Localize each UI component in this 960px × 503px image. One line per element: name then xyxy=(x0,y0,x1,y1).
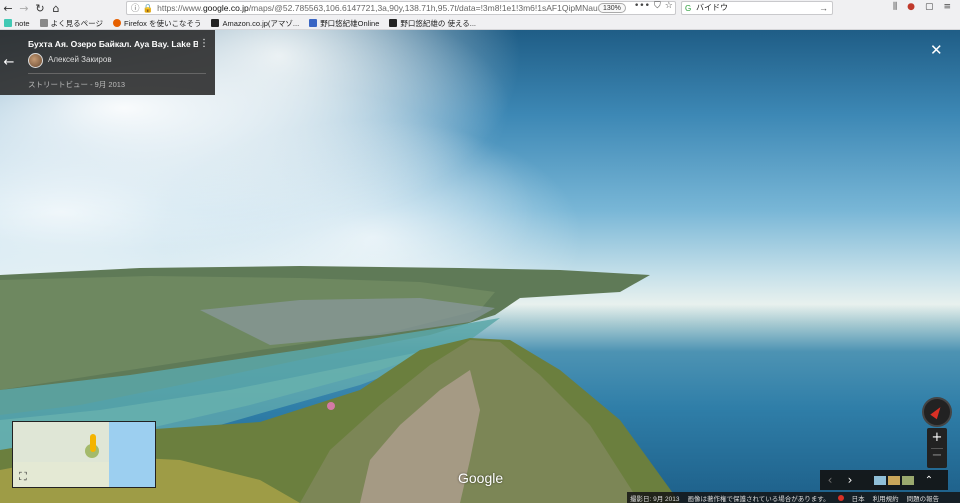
browser-chrome: ← → ↻ ⌂ ⓘ 🔒 https://www. google.co.jp/map… xyxy=(0,0,960,30)
star-icon[interactable]: ☆ xyxy=(665,1,673,11)
home-icon[interactable]: ⌂ xyxy=(48,0,64,16)
avatar[interactable] xyxy=(28,53,43,68)
back-icon[interactable]: ← xyxy=(0,0,16,16)
browser-right-icons: ⫼ ● ▢ ≡ xyxy=(893,2,951,12)
expand-up-icon[interactable]: ⌃ xyxy=(920,475,938,486)
minimap-water xyxy=(109,422,155,487)
google-logo: Google xyxy=(458,470,504,486)
url-bar[interactable]: ⓘ 🔒 https://www. google.co.jp/maps/@52.78… xyxy=(126,1,676,15)
thumbnail[interactable] xyxy=(902,475,914,485)
firefox-icon xyxy=(112,19,121,27)
photo-filmstrip: ‹ › ⌃ xyxy=(820,470,948,490)
filmstrip-prev-button[interactable]: ‹ xyxy=(820,473,840,487)
zoom-control: + − xyxy=(927,428,947,468)
extension-icon[interactable]: ● xyxy=(907,2,915,12)
pegman-icon[interactable] xyxy=(90,434,96,452)
author-name[interactable]: Алексей Закиров xyxy=(48,55,112,64)
filmstrip-next-button[interactable]: › xyxy=(840,473,860,487)
back-arrow-icon[interactable]: ← xyxy=(0,52,18,72)
zoom-in-button[interactable]: + xyxy=(927,430,947,445)
minimap-land xyxy=(13,462,109,487)
bookmark-amazon[interactable]: Amazon.co.jp(アマゾ... xyxy=(211,18,299,29)
lock-icon: 🔒 xyxy=(142,2,154,13)
capture-date: 撮影日: 9月 2013 xyxy=(630,495,680,503)
card-divider xyxy=(28,73,206,74)
search-text: バイドウ xyxy=(696,3,728,12)
compass-icon[interactable] xyxy=(922,397,952,427)
fullscreen-icon[interactable]: ⛶ xyxy=(19,470,27,484)
terms-link[interactable]: 利用規約 xyxy=(873,493,899,503)
close-icon[interactable]: ✕ xyxy=(930,41,943,59)
more-vert-icon[interactable]: ⋮ xyxy=(199,38,209,49)
search-go-icon[interactable]: → xyxy=(819,2,828,14)
minimap[interactable]: ⛶ xyxy=(12,421,156,488)
report-flag-icon[interactable] xyxy=(837,494,844,501)
reload-icon[interactable]: ↻ xyxy=(32,0,48,16)
more-icon[interactable]: ••• xyxy=(634,1,650,11)
bookmark-note[interactable]: note xyxy=(4,19,30,28)
street-view-panorama[interactable]: ← Бухта Ая. Озеро Байкал. Aya Bay. Lake … xyxy=(0,30,960,503)
url-host: google.co.jp xyxy=(202,3,249,13)
place-info-card: ← Бухта Ая. Озеро Байкал. Aya Bay. Lake … xyxy=(0,30,215,95)
pocket-icon[interactable]: ⛉ xyxy=(654,1,661,11)
search-engine-icon: G xyxy=(685,4,692,13)
amazon-icon xyxy=(211,19,220,27)
bookmarks-bar: note よく見るページ Firefox を使いこなそう Amazon.co.j… xyxy=(0,16,960,30)
zoom-out-button[interactable]: − xyxy=(927,448,947,463)
forward-icon[interactable]: → xyxy=(16,0,32,16)
url-action-icons: ••• ⛉ ☆ xyxy=(634,1,673,11)
library-icon[interactable]: ⫼ xyxy=(893,2,897,12)
bookmark-noguchi[interactable]: 野口悠紀雄Online xyxy=(309,18,379,29)
url-path: /maps/@52.785563,106.6147721,3a,90y,138.… xyxy=(248,3,615,13)
footer-bar: 撮影日: 9月 2013 画像は著作権で保護されている場合があります。 日本 利… xyxy=(627,492,960,503)
bookmark-icon xyxy=(309,19,318,27)
compass-needle xyxy=(930,404,944,420)
copyright-notice: 画像は著作権で保護されている場合があります。 xyxy=(687,495,830,503)
bookmark-noguchi-2[interactable]: 野口悠紀雄の 使える... xyxy=(389,18,476,29)
place-title: Бухта Ая. Озеро Байкал. Aya Bay. Lake Ba… xyxy=(28,39,198,49)
bookmark-icon xyxy=(389,19,398,27)
info-icon[interactable]: ⓘ xyxy=(131,2,140,14)
search-bar[interactable]: G バイドウ → xyxy=(681,1,833,15)
country-label[interactable]: 日本 xyxy=(852,493,865,503)
bookmark-firefox[interactable]: Firefox を使いこなそう xyxy=(112,18,201,29)
url-prefix: https://www. xyxy=(157,3,203,13)
zoom-indicator[interactable]: 130% xyxy=(598,3,626,13)
report-link[interactable]: 問題の報告 xyxy=(907,493,940,503)
gear-icon xyxy=(39,19,48,27)
sidebar-icon[interactable]: ▢ xyxy=(925,2,934,12)
menu-icon[interactable]: ≡ xyxy=(944,2,952,12)
capture-caption: ストリートビュー - 9月 2013 xyxy=(28,80,126,89)
thumbnail[interactable] xyxy=(874,475,886,485)
thumbnail[interactable] xyxy=(888,475,900,485)
bookmark-icon xyxy=(4,19,12,27)
bookmark-frequent[interactable]: よく見るページ xyxy=(39,18,103,29)
